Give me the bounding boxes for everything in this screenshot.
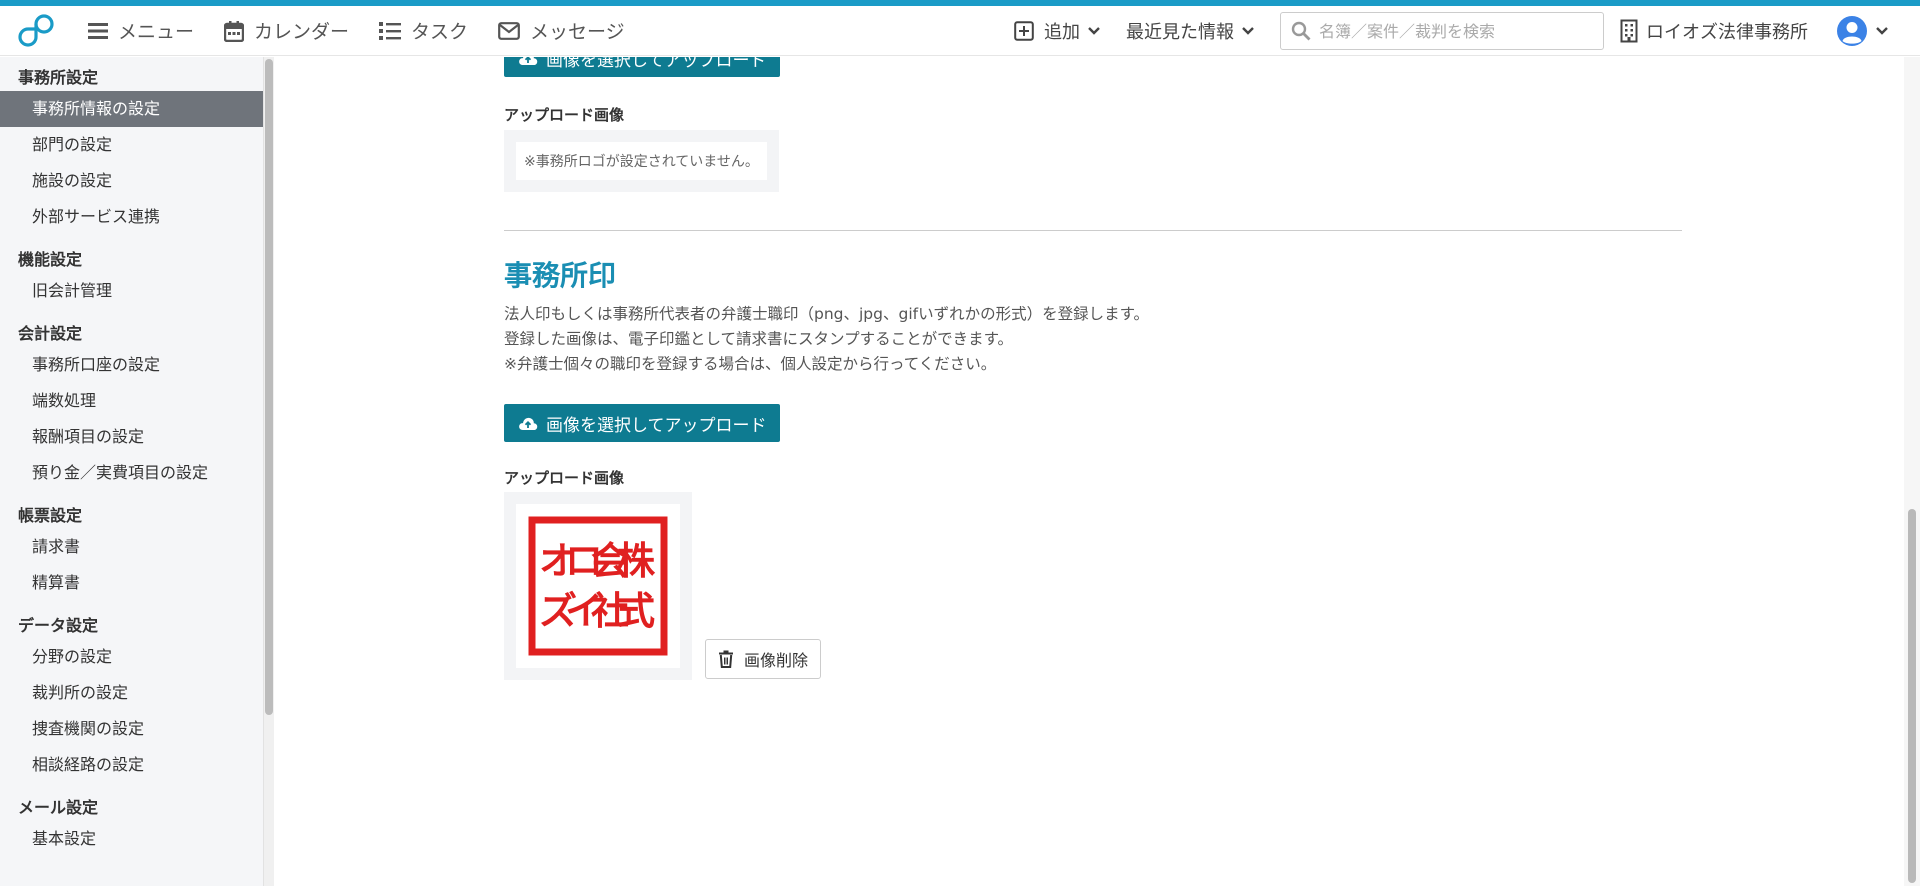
office-switcher[interactable]: ロイオズ法律事務所	[1620, 18, 1808, 44]
add-dropdown[interactable]: 追加	[1014, 18, 1100, 44]
seal-char: ズ	[539, 588, 577, 633]
sidebar-group-function: 機能設定 旧会計管理	[0, 239, 263, 309]
building-icon	[1620, 19, 1638, 43]
logo-upload-label: 画像を選択してアップロード	[546, 57, 767, 71]
logo-preview-box: ※事務所ロゴが設定されていません。	[504, 130, 779, 192]
sidebar-group-title: 事務所設定	[18, 68, 99, 87]
seal-upload-label: 画像を選択してアップロード	[546, 415, 767, 436]
sidebar-item-external-service[interactable]: 外部サービス連携	[0, 199, 263, 235]
nav-menu-label: メニュー	[118, 21, 195, 43]
trash-icon	[719, 650, 733, 668]
main-content: 画像を選択してアップロード アップロード画像 ※事務所ロゴが設定されていません。…	[274, 57, 1894, 886]
search-box[interactable]	[1280, 12, 1604, 50]
plus-square-icon	[1014, 21, 1034, 41]
seal-description-line: ※弁護士個々の職印を登録する場合は、個人設定から行ってください。	[504, 355, 997, 373]
sidebar-scrollbar[interactable]	[264, 57, 274, 886]
seal-uploaded-label: アップロード画像	[504, 469, 625, 487]
app-header: メニュー カレンダー タスク メッセージ 追加 最近見た情報 ロイオズ法律事務所	[0, 6, 1920, 56]
sidebar-scrollbar-thumb[interactable]	[265, 59, 273, 715]
recent-label: 最近見た情報	[1126, 22, 1234, 43]
office-name: ロイオズ法律事務所	[1646, 22, 1808, 43]
sidebar-item-rounding[interactable]: 端数処理	[0, 383, 263, 419]
sidebar-group-forms: 帳票設定 請求書 精算書	[0, 495, 263, 601]
sidebar-item-investigation[interactable]: 捜査機関の設定	[0, 711, 263, 747]
recent-dropdown[interactable]: 最近見た情報	[1126, 18, 1254, 44]
nav-message[interactable]: メッセージ	[498, 6, 625, 56]
sidebar-group-office: 事務所設定 事務所情報の設定 部門の設定 施設の設定 外部サービス連携	[0, 57, 263, 235]
app-logo[interactable]	[18, 11, 58, 51]
company-seal-icon: 株式会社ロイオズ	[528, 516, 668, 656]
sidebar-group-title: 会計設定	[18, 324, 83, 343]
sidebar-item-invoice[interactable]: 請求書	[0, 529, 263, 565]
seal-description-line: 法人印もしくは事務所代表者の弁護士職印（png、jpg、gifいずれかの形式）を…	[504, 305, 1150, 323]
logo-empty-message: ※事務所ロゴが設定されていません。	[516, 142, 767, 180]
sidebar-item-old-accounting[interactable]: 旧会計管理	[0, 273, 263, 309]
sidebar-item-fee-items[interactable]: 報酬項目の設定	[0, 419, 263, 455]
sidebar-item-office-info[interactable]: 事務所情報の設定	[0, 91, 263, 127]
nav-task-label: タスク	[411, 21, 469, 43]
logo-upload-button[interactable]: 画像を選択してアップロード	[504, 57, 780, 77]
nav-task[interactable]: タスク	[379, 6, 468, 56]
main-scrollbar-thumb[interactable]	[1908, 509, 1916, 883]
cloud-upload-icon	[519, 57, 538, 65]
cloud-upload-icon	[519, 417, 538, 430]
sidebar-item-office-account[interactable]: 事務所口座の設定	[0, 347, 263, 383]
sidebar-group-accounting: 会計設定 事務所口座の設定 端数処理 報酬項目の設定 預り金／実費項目の設定	[0, 313, 263, 491]
chevron-down-icon	[1876, 27, 1888, 35]
section-divider	[504, 230, 1682, 231]
task-list-icon	[379, 21, 402, 40]
chevron-down-icon	[1088, 27, 1100, 35]
seal-description-line: 登録した画像は、電子印鑑として請求書にスタンプすることができます。	[504, 330, 1014, 348]
nav-menu[interactable]: メニュー	[88, 6, 194, 56]
main-scrollbar[interactable]	[1904, 57, 1920, 886]
search-icon	[1291, 21, 1311, 41]
seal-char: オ	[539, 538, 577, 583]
sidebar-group-mail: メール設定 基本設定	[0, 787, 263, 857]
nav-calendar[interactable]: カレンダー	[224, 6, 349, 56]
sidebar-item-court[interactable]: 裁判所の設定	[0, 675, 263, 711]
sidebar-item-department[interactable]: 部門の設定	[0, 127, 263, 163]
seal-upload-button[interactable]: 画像を選択してアップロード	[504, 404, 780, 442]
chevron-down-icon	[1242, 27, 1254, 35]
add-label: 追加	[1044, 22, 1080, 43]
user-avatar-icon	[1837, 16, 1867, 46]
sidebar-group-title: データ設定	[18, 616, 99, 635]
seal-description: 法人印もしくは事務所代表者の弁護士職印（png、jpg、gifいずれかの形式）を…	[504, 302, 1149, 377]
settings-sidebar: 事務所設定 事務所情報の設定 部門の設定 施設の設定 外部サービス連携 機能設定…	[0, 57, 264, 886]
logo-uploaded-label: アップロード画像	[504, 106, 625, 124]
search-input[interactable]	[1319, 21, 1589, 41]
sidebar-group-title: 機能設定	[18, 250, 83, 269]
seal-delete-button[interactable]: 画像削除	[705, 639, 822, 679]
mail-icon	[498, 21, 520, 40]
sidebar-item-deposit-items[interactable]: 預り金／実費項目の設定	[0, 455, 263, 491]
seal-preview-box: 株式会社ロイオズ	[504, 492, 692, 680]
sidebar-item-field[interactable]: 分野の設定	[0, 639, 263, 675]
seal-image: 株式会社ロイオズ	[516, 504, 680, 668]
logo-icon	[18, 13, 54, 47]
account-menu[interactable]	[1836, 15, 1888, 47]
seal-section-title: 事務所印	[504, 259, 617, 292]
sidebar-item-basic-settings[interactable]: 基本設定	[0, 821, 263, 857]
sidebar-group-data: データ設定 分野の設定 裁判所の設定 捜査機関の設定 相談経路の設定	[0, 605, 263, 783]
sidebar-group-title: 帳票設定	[18, 506, 83, 525]
sidebar-item-consultation-route[interactable]: 相談経路の設定	[0, 747, 263, 783]
calendar-icon	[224, 20, 245, 42]
sidebar-item-facility[interactable]: 施設の設定	[0, 163, 263, 199]
nav-calendar-label: カレンダー	[254, 21, 350, 43]
sidebar-item-settlement[interactable]: 精算書	[0, 565, 263, 601]
menu-icon	[88, 22, 108, 39]
seal-delete-label: 画像削除	[744, 651, 809, 670]
sidebar-group-title: メール設定	[18, 798, 99, 817]
nav-message-label: メッセージ	[530, 21, 625, 43]
